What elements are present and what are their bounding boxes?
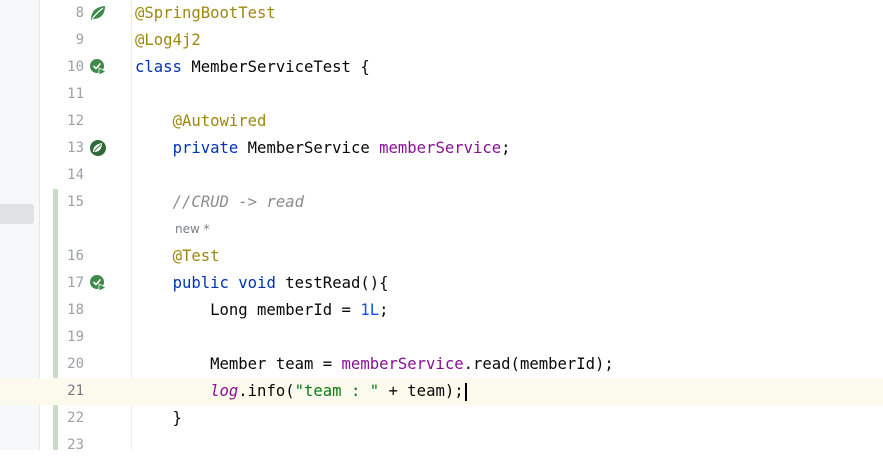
code-line: @SpringBootTest bbox=[135, 4, 276, 22]
line-number: 22 bbox=[67, 410, 84, 426]
code-line: } bbox=[135, 409, 182, 427]
line-number: 12 bbox=[67, 113, 84, 129]
code-row-13: 13 private MemberService memberService; bbox=[0, 135, 883, 162]
line-number: 20 bbox=[67, 356, 84, 372]
code-vision-author-hint[interactable]: new * bbox=[175, 216, 210, 243]
line-number: 8 bbox=[75, 5, 84, 21]
code-row-17: 17 public void testRead(){ bbox=[0, 270, 883, 297]
line-number: 18 bbox=[67, 302, 84, 318]
inlay-hint-row: new * bbox=[0, 216, 883, 243]
code-row-12: 12 @Autowired bbox=[0, 108, 883, 135]
code-row-11: 11 bbox=[0, 81, 883, 108]
code-line: public void testRead(){ bbox=[172, 274, 389, 292]
line-number: 14 bbox=[67, 167, 84, 183]
code-line: @Log4j2 bbox=[135, 31, 201, 49]
line-number: 16 bbox=[67, 248, 84, 264]
code-row-21-current: 21 log.info("team : " + team); bbox=[0, 378, 883, 405]
line-number: 23 bbox=[67, 437, 84, 453]
code-row-23: 23 bbox=[0, 432, 883, 459]
code-row-9: 9 @Log4j2 bbox=[0, 27, 883, 54]
code-row-22: 22 } bbox=[0, 405, 883, 432]
line-number: 13 bbox=[67, 140, 84, 156]
code-line: //CRUD -> read bbox=[172, 193, 304, 211]
code-row-14: 14 bbox=[0, 162, 883, 189]
code-line: class MemberServiceTest { bbox=[135, 58, 370, 76]
code-row-19: 19 bbox=[0, 324, 883, 351]
code-line: log.info("team : " + team); bbox=[135, 378, 467, 405]
code-line: Long memberId = 1L; bbox=[135, 301, 389, 319]
line-number: 15 bbox=[67, 194, 84, 210]
code-row-16: 16 @Test bbox=[0, 243, 883, 270]
code-line: private MemberService memberService; bbox=[172, 139, 511, 157]
line-number: 17 bbox=[67, 275, 84, 291]
code-row-20: 20 Member team = memberService.read(memb… bbox=[0, 351, 883, 378]
run-test-icon[interactable] bbox=[89, 58, 107, 76]
line-number: 19 bbox=[67, 329, 84, 345]
line-number: 9 bbox=[75, 32, 84, 48]
code-row-10: 10 class MemberServiceTest { bbox=[0, 54, 883, 81]
run-test-icon[interactable] bbox=[89, 274, 107, 292]
code-row-15: 15 //CRUD -> read bbox=[0, 189, 883, 216]
spring-autowired-bean-icon[interactable] bbox=[89, 139, 107, 157]
text-caret bbox=[464, 382, 467, 401]
spring-bean-leaf-icon[interactable] bbox=[89, 4, 107, 22]
line-number: 21 bbox=[58, 378, 84, 405]
code-line: Member team = memberService.read(memberI… bbox=[135, 355, 614, 373]
code-line: @Test bbox=[172, 247, 220, 265]
code-row-18: 18 Long memberId = 1L; bbox=[0, 297, 883, 324]
line-number: 11 bbox=[67, 86, 84, 102]
code-editor[interactable]: 8 @SpringBootTest 9 @Log4j2 10 class Mem… bbox=[0, 0, 883, 453]
code-row-8: 8 @SpringBootTest bbox=[0, 0, 883, 27]
code-line: @Autowired bbox=[172, 112, 267, 130]
line-number: 10 bbox=[67, 59, 84, 75]
